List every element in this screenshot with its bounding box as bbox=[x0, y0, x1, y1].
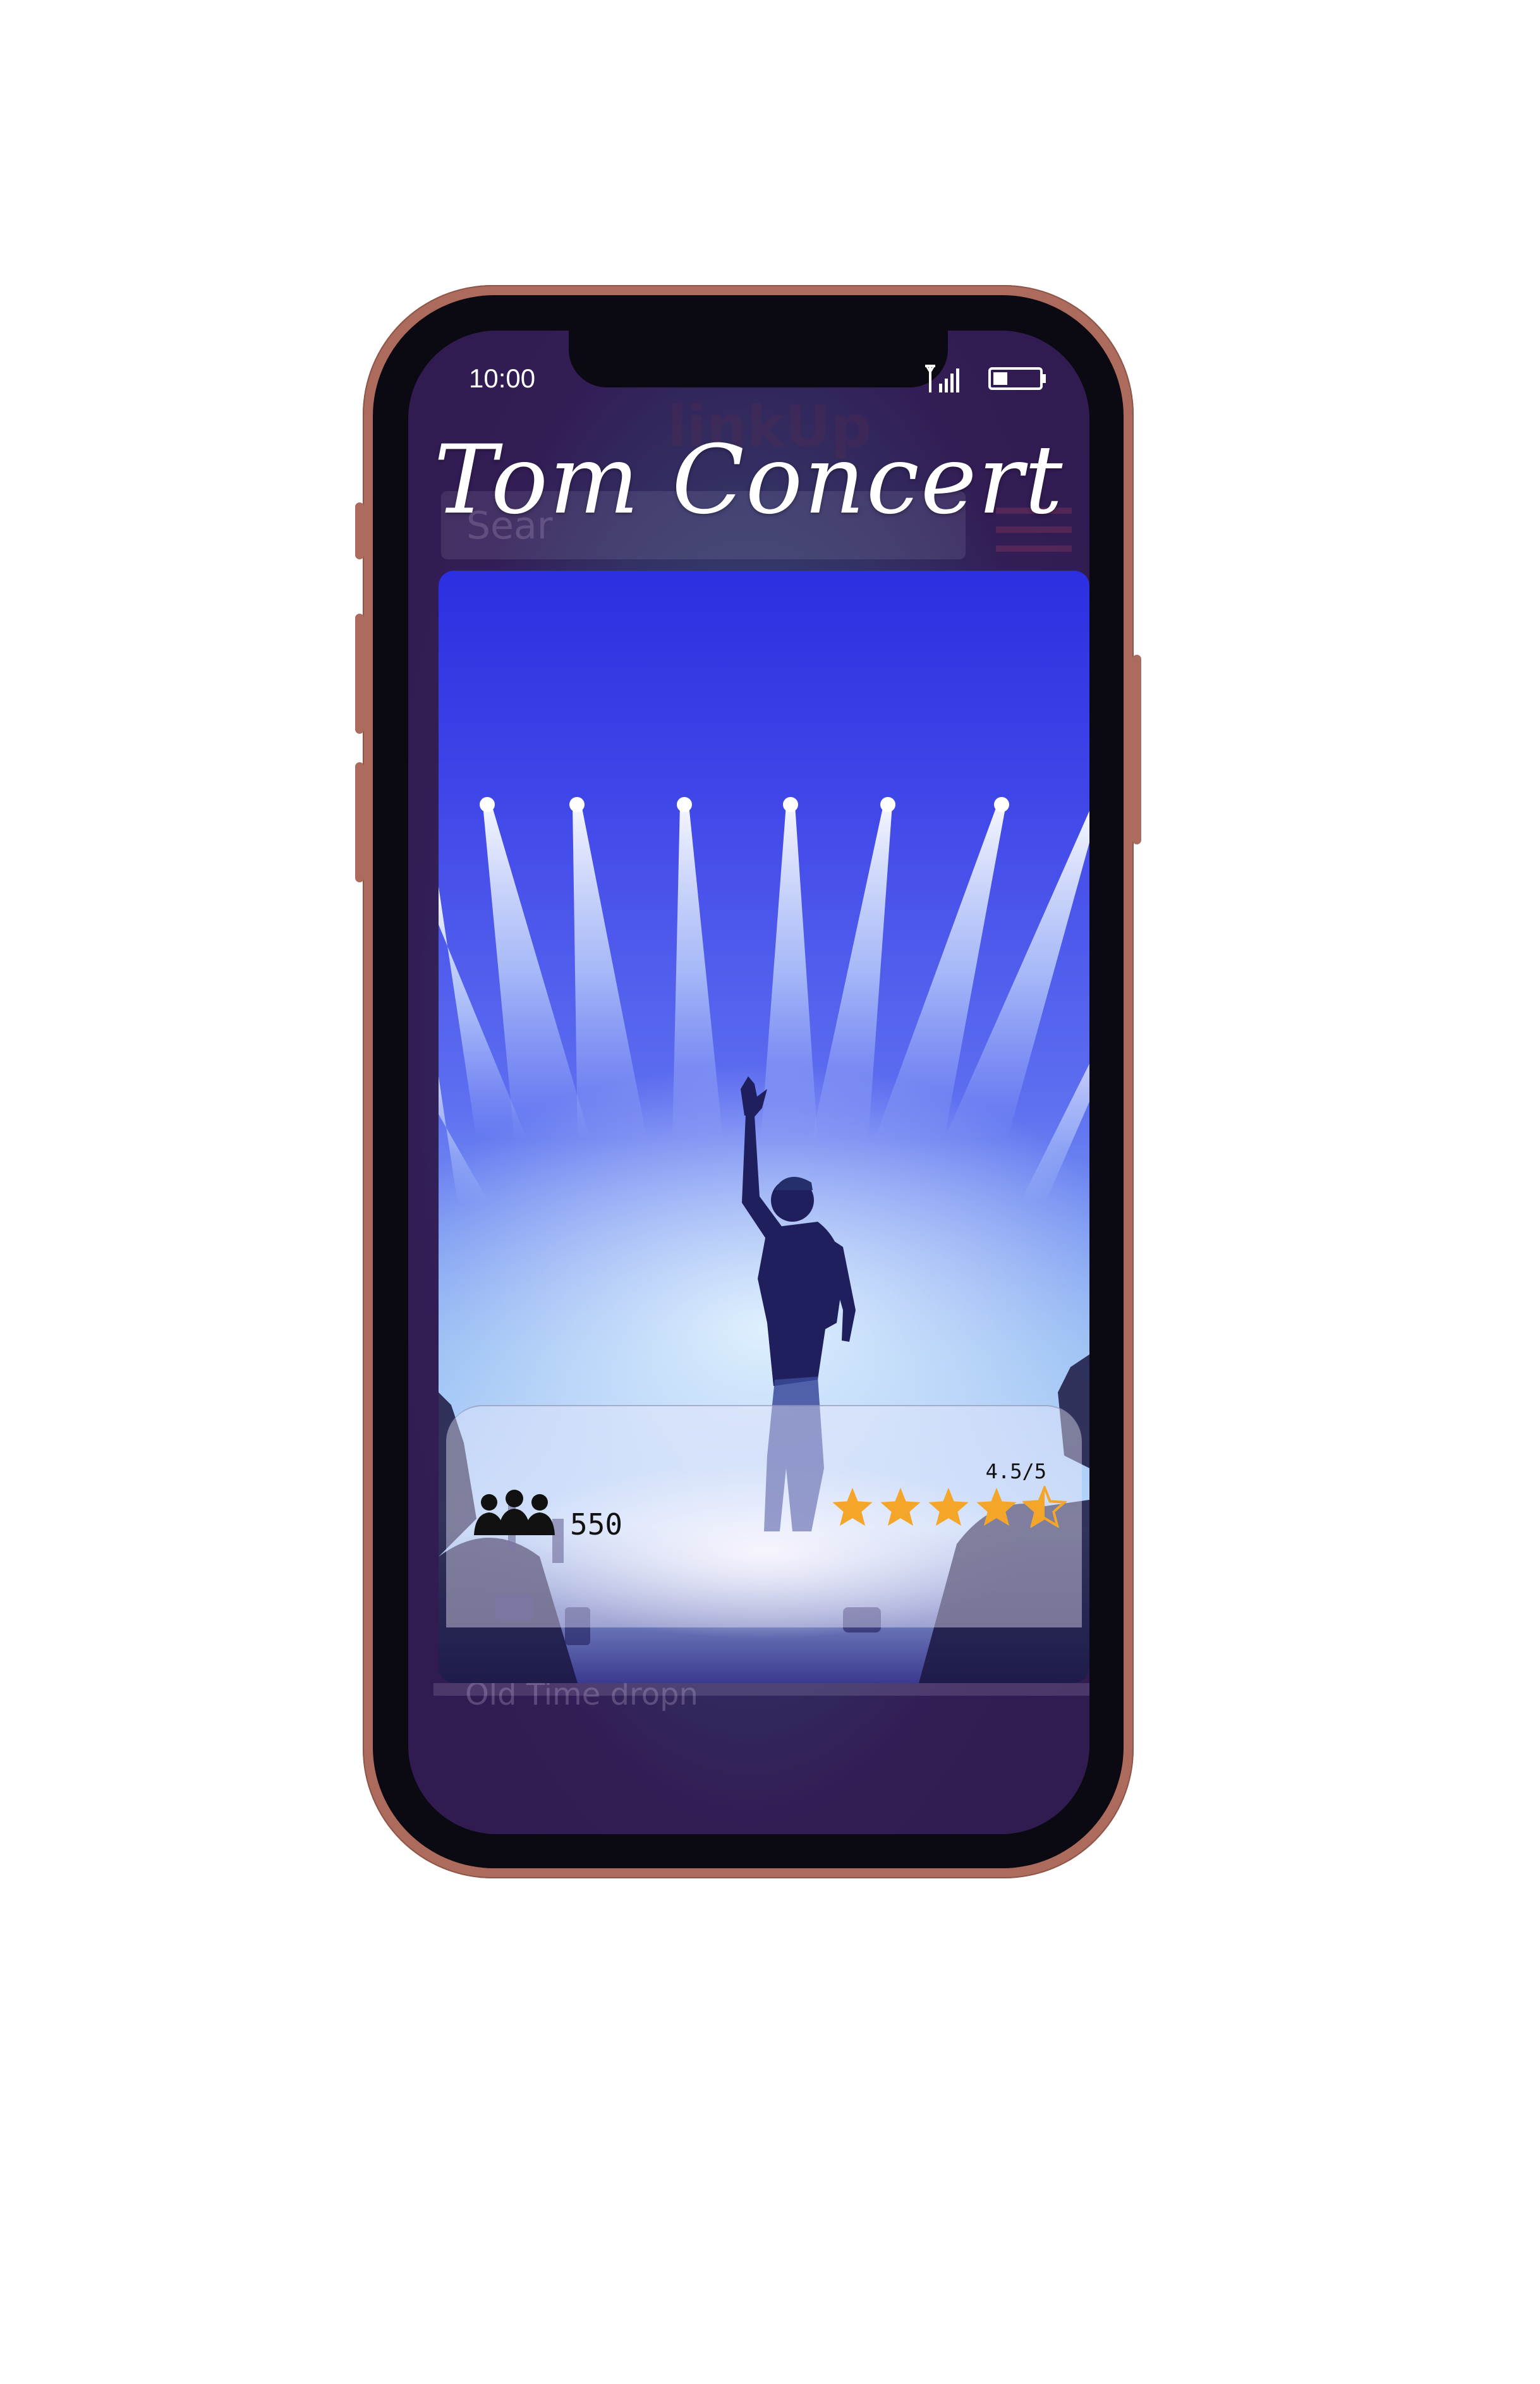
signal-icon bbox=[925, 363, 961, 396]
phone-frame: 10:00 linkUp Sear Old Time dropn Tom Con… bbox=[355, 285, 1141, 1878]
people-group-icon bbox=[474, 1488, 556, 1539]
volume-down-button bbox=[355, 762, 364, 882]
star-icon-filled bbox=[926, 1486, 971, 1530]
star-icon-half bbox=[1021, 1484, 1068, 1530]
star-icon-filled bbox=[974, 1486, 1019, 1530]
attendees: 550 bbox=[474, 1488, 622, 1539]
volume-up-button bbox=[355, 614, 364, 734]
notch bbox=[569, 331, 948, 387]
rating-text: 4.5/5 bbox=[985, 1459, 1046, 1483]
star-icon-filled bbox=[878, 1486, 923, 1530]
star-icon-filled bbox=[830, 1486, 875, 1530]
battery-icon bbox=[988, 366, 1046, 394]
screen: 10:00 linkUp Sear Old Time dropn Tom Con… bbox=[408, 331, 1089, 1834]
attendee-count: 550 bbox=[570, 1507, 623, 1542]
power-button bbox=[1132, 655, 1141, 844]
event-info-card[interactable]: 550 4.5/5 bbox=[446, 1405, 1082, 1627]
star-rating bbox=[830, 1484, 1068, 1530]
status-time: 10:00 bbox=[469, 363, 536, 393]
mute-switch bbox=[355, 502, 364, 559]
status-icons bbox=[925, 363, 1046, 396]
event-title: Tom Concert bbox=[434, 425, 1064, 535]
phone-bezel: 10:00 linkUp Sear Old Time dropn Tom Con… bbox=[373, 295, 1124, 1868]
background-divider bbox=[434, 1683, 1089, 1696]
rating: 4.5/5 bbox=[830, 1459, 1068, 1530]
